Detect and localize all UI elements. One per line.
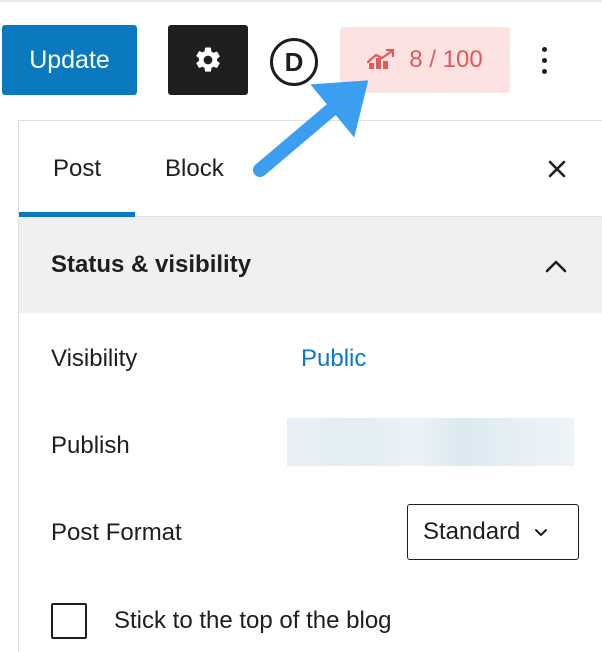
post-format-value: Standard (423, 518, 521, 545)
sidebar-tabs: Post Block (19, 121, 602, 217)
editor-screenshot: Update D 8 / 100 Post Block Status & vis… (0, 0, 602, 652)
close-sidebar-button[interactable] (541, 153, 573, 185)
tab-block-label: Block (165, 154, 224, 182)
status-visibility-title: Status & visibility (51, 251, 252, 278)
seo-score-text: 8 / 100 (409, 46, 483, 73)
status-visibility-panel-toggle[interactable]: Status & visibility (19, 217, 602, 313)
chevron-up-icon (541, 251, 571, 281)
vertical-ellipsis-icon (541, 46, 547, 52)
toolbar-top-divider (0, 0, 602, 2)
tab-post[interactable]: Post (19, 121, 135, 217)
tab-block[interactable]: Block (165, 121, 235, 216)
publish-label: Publish (51, 432, 130, 459)
editor-toolbar: Update D 8 / 100 (0, 0, 602, 120)
settings-sidebar: Post Block Status & visibility Visibilit… (18, 120, 602, 652)
visibility-label: Visibility (51, 345, 138, 372)
more-options-button[interactable] (532, 38, 556, 82)
sticky-post-label: Stick to the top of the blog (114, 607, 392, 634)
post-format-select[interactable]: Standard (407, 504, 579, 560)
sticky-post-checkbox[interactable] (51, 603, 87, 639)
tab-post-label: Post (52, 154, 102, 182)
chart-icon (367, 49, 395, 69)
gear-icon (196, 47, 220, 72)
settings-button[interactable] (168, 25, 248, 95)
chevron-down-icon (535, 529, 548, 536)
divi-logo-letter: D (284, 46, 304, 77)
seo-score-badge[interactable]: 8 / 100 (340, 27, 510, 93)
visibility-toggle-link[interactable]: Public (301, 345, 366, 373)
divi-logo-button[interactable]: D (270, 38, 318, 86)
update-button[interactable]: Update (2, 25, 137, 95)
publish-date-link-blurred[interactable] (287, 418, 574, 466)
post-format-label: Post Format (51, 519, 182, 546)
close-icon (548, 160, 566, 178)
